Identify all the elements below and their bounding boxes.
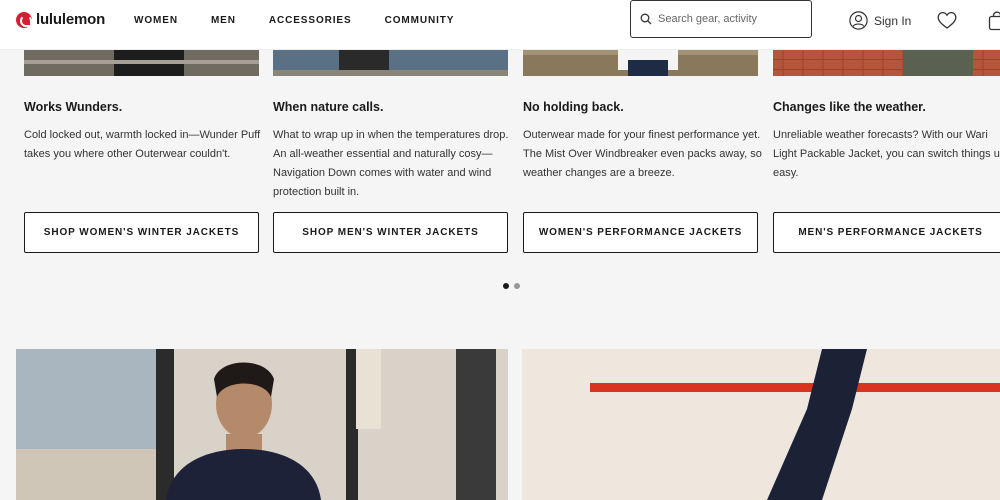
card-title: When nature calls. xyxy=(273,100,384,114)
nav-accessories[interactable]: ACCESSORIES xyxy=(269,15,352,26)
nav-community[interactable]: COMMUNITY xyxy=(385,15,455,26)
search-icon xyxy=(640,13,652,25)
womens-performance-jackets-button[interactable]: WOMEN'S PERFORMANCE JACKETS xyxy=(523,212,758,253)
site-header: lululemon WOMEN MEN ACCESSORIES COMMUNIT… xyxy=(0,0,1000,50)
wishlist-button[interactable] xyxy=(937,11,957,35)
card-title: Changes like the weather. xyxy=(773,100,926,114)
bag-button[interactable] xyxy=(988,11,1000,36)
shopping-bag-icon xyxy=(988,11,1000,31)
nav-women[interactable]: WOMEN xyxy=(134,15,178,26)
card-description: What to wrap up in when the temperatures… xyxy=(273,129,509,198)
carousel-dot-1[interactable] xyxy=(503,283,509,289)
mens-performance-jackets-button[interactable]: MEN'S PERFORMANCE JACKETS xyxy=(773,212,1000,253)
account-icon xyxy=(849,11,868,30)
main-nav: WOMEN MEN ACCESSORIES COMMUNITY xyxy=(134,15,487,26)
sign-in-link[interactable]: Sign In xyxy=(849,11,911,30)
card-description: Unreliable weather forecasts? With our W… xyxy=(773,129,1000,179)
shop-mens-winter-jackets-button[interactable]: SHOP MEN'S WINTER JACKETS xyxy=(273,212,508,253)
card-description: Cold locked out, warmth locked in—Wunder… xyxy=(24,129,261,160)
brand-name: lululemon xyxy=(36,11,106,28)
feature-tile-image[interactable] xyxy=(16,349,508,500)
heart-icon xyxy=(937,11,957,29)
feature-tile-image[interactable] xyxy=(522,349,1000,500)
carousel-pagination xyxy=(503,283,520,289)
search-box[interactable] xyxy=(630,0,812,38)
sign-in-label: Sign In xyxy=(874,13,912,28)
card-description: Outerwear made for your finest performan… xyxy=(523,129,762,179)
brand-logo[interactable]: lululemon xyxy=(16,11,105,28)
card-title: No holding back. xyxy=(523,100,624,114)
nav-men[interactable]: MEN xyxy=(211,15,236,26)
card-title: Works Wunders. xyxy=(24,100,123,114)
carousel-dot-2[interactable] xyxy=(514,283,520,289)
search-input[interactable] xyxy=(658,13,808,25)
lululemon-logo-icon xyxy=(16,11,32,28)
shop-womens-winter-jackets-button[interactable]: SHOP WOMEN'S WINTER JACKETS xyxy=(24,212,259,253)
